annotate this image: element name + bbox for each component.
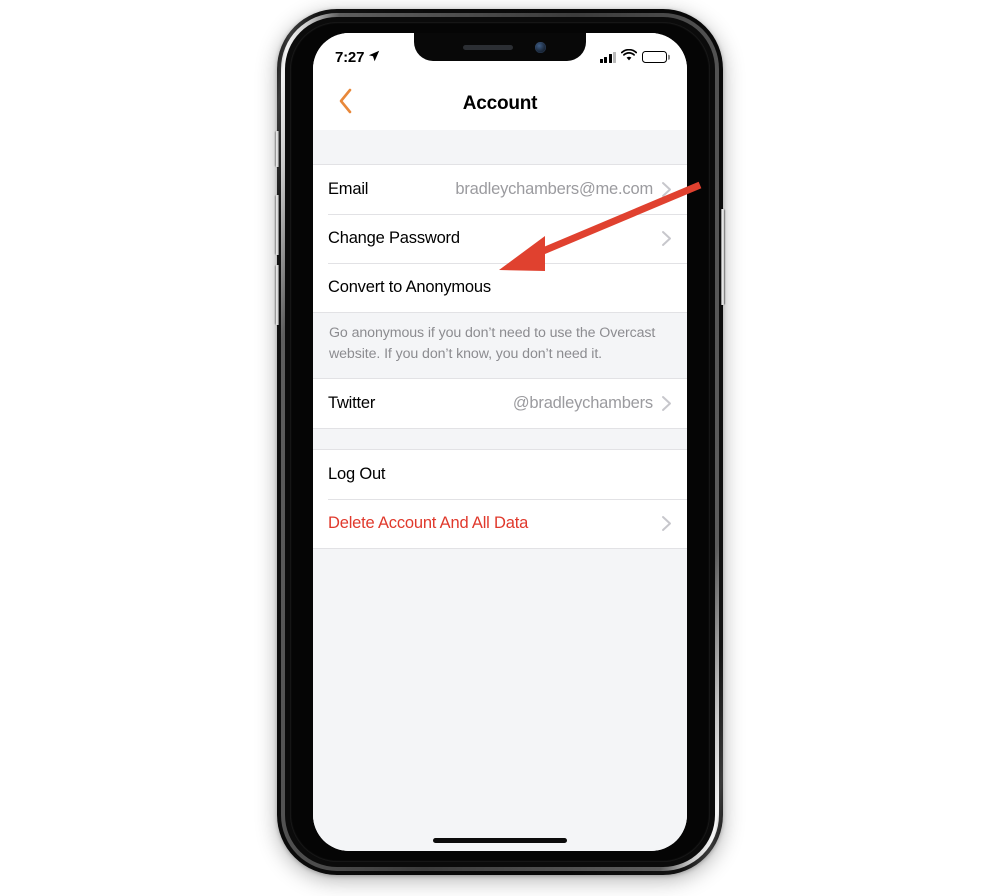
status-bar-left: 7:27 — [335, 45, 380, 66]
row-change-password[interactable]: Change Password — [313, 214, 687, 263]
status-bar-right — [599, 44, 667, 66]
side-power-button[interactable] — [721, 209, 725, 305]
battery-icon — [642, 51, 667, 63]
row-label: Email — [328, 180, 369, 198]
section-footer-anonymous: Go anonymous if you don’t need to use th… — [313, 313, 687, 380]
row-label: Change Password — [328, 229, 460, 247]
section-social: Twitter @bradleychambers — [313, 379, 687, 430]
cellular-signal-icon — [599, 51, 616, 63]
row-value-email: bradleychambers@me.com — [455, 180, 653, 198]
wifi-icon — [620, 48, 638, 66]
table-top-spacer — [313, 130, 687, 164]
back-button[interactable] — [325, 82, 365, 126]
row-label: Twitter — [328, 394, 376, 413]
chevron-right-icon — [661, 230, 672, 247]
section-account-credentials: Email bradleychambers@me.com Change Pass… — [313, 164, 687, 313]
row-twitter[interactable]: Twitter @bradleychambers — [313, 379, 687, 428]
chevron-right-icon — [661, 515, 672, 532]
row-log-out[interactable]: Log Out — [313, 450, 687, 499]
chevron-left-icon — [338, 88, 353, 119]
row-email[interactable]: Email bradleychambers@me.com — [313, 165, 687, 214]
chevron-right-icon — [661, 395, 672, 412]
navigation-bar: Account — [313, 77, 687, 130]
mute-switch-button[interactable] — [275, 131, 279, 167]
location-arrow-icon — [368, 49, 380, 66]
section-session: Log Out Delete Account And All Data — [313, 449, 687, 550]
earpiece-speaker-icon — [462, 44, 513, 50]
row-label: Delete Account And All Data — [328, 514, 529, 533]
volume-down-button[interactable] — [275, 265, 279, 325]
home-indicator[interactable] — [433, 838, 567, 843]
row-convert-to-anonymous[interactable]: Convert to Anonymous — [313, 263, 687, 312]
row-delete-account[interactable]: Delete Account And All Data — [313, 499, 687, 548]
notch — [414, 33, 586, 61]
row-label: Convert to Anonymous — [328, 278, 491, 296]
status-bar-time: 7:27 — [335, 48, 365, 66]
phone-device: 7:27 Account Email bradleychambers@me.co… — [275, 9, 725, 875]
chevron-right-icon — [661, 181, 672, 198]
settings-table[interactable]: Email bradleychambers@me.com Change Pass… — [313, 130, 687, 851]
row-label: Log Out — [328, 465, 386, 484]
volume-up-button[interactable] — [275, 195, 279, 255]
row-value-twitter: @bradleychambers — [512, 394, 653, 413]
phone-screen: 7:27 Account Email bradleychambers@me.co… — [313, 33, 687, 851]
front-camera-icon — [534, 41, 546, 53]
page-title: Account — [462, 92, 538, 114]
